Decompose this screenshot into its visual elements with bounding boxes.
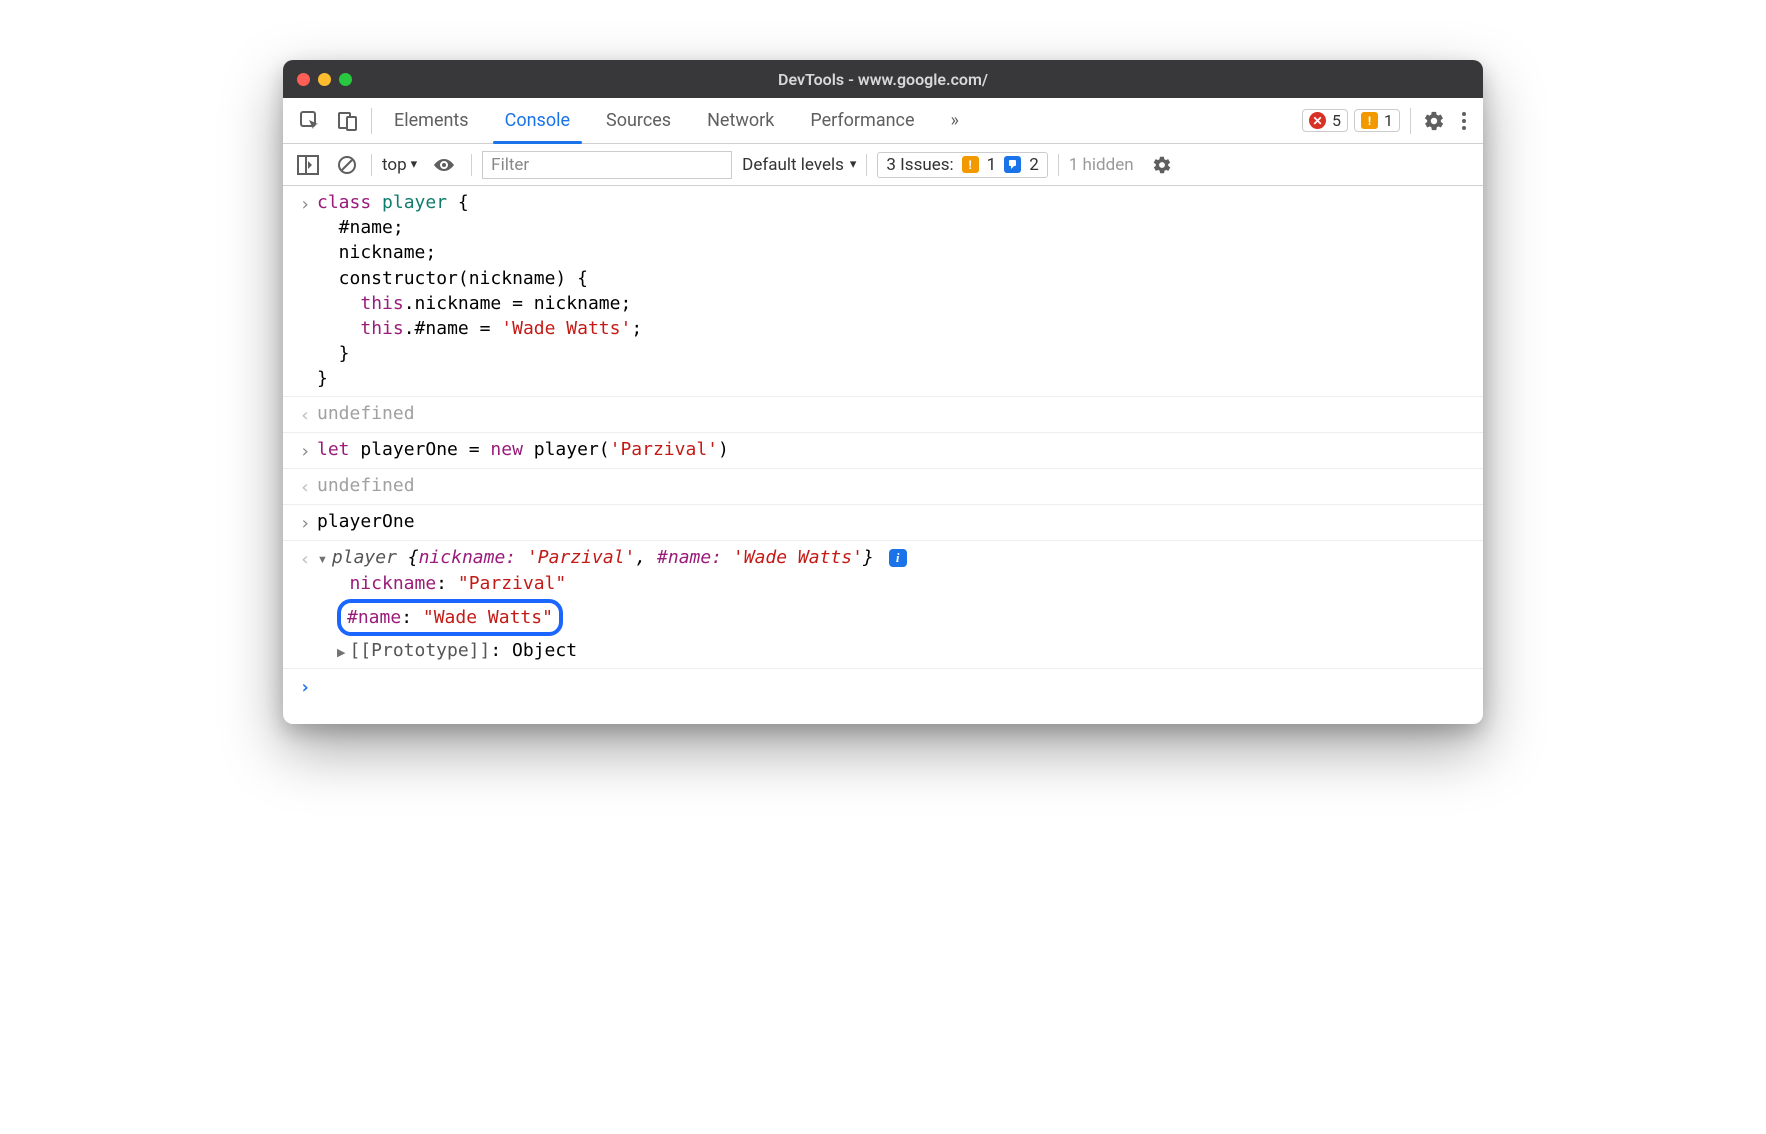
console-input[interactable] [317,673,1473,700]
more-options-icon[interactable] [1453,110,1475,132]
expand-toggle-icon[interactable] [337,638,345,663]
titlebar: DevTools - www.google.com/ [283,60,1483,98]
highlight-callout: #name: "Wade Watts" [337,599,563,636]
code-line: let playerOne = new player('Parzival') [317,437,1473,464]
issues-warn-count: 1 [987,155,997,175]
console-input-row[interactable]: › let playerOne = new player('Parzival') [283,433,1483,469]
sidebar-toggle-icon[interactable] [293,155,323,175]
warnings-badge[interactable]: ! 1 [1354,109,1400,132]
object-preview[interactable]: player {nickname: 'Parzival', #name: 'Wa… [317,545,1473,664]
input-marker-icon: › [293,437,317,464]
close-window-button[interactable] [297,73,310,86]
object-private-property[interactable]: #name: "Wade Watts" [337,598,1473,637]
window-title: DevTools - www.google.com/ [283,70,1483,89]
info-icon[interactable]: i [889,549,907,567]
console-toolbar: top ▾ Filter Default levels ▾ 3 Issues: … [283,144,1483,186]
devtools-window: DevTools - www.google.com/ Elements Cons… [283,60,1483,724]
main-tabbar: Elements Console Sources Network Perform… [283,98,1483,144]
fullscreen-window-button[interactable] [339,73,352,86]
console-input-row[interactable]: › playerOne [283,505,1483,541]
context-value: top [382,155,407,175]
console-prompt-row[interactable]: › [283,668,1483,704]
clear-console-icon[interactable] [333,155,361,175]
console-output-row: ‹ undefined [283,397,1483,433]
tab-elements[interactable]: Elements [376,98,487,143]
tab-sources[interactable]: Sources [588,98,689,143]
hidden-count: 1 hidden [1069,155,1134,175]
inspect-element-icon[interactable] [291,98,329,143]
live-expression-icon[interactable] [427,156,461,174]
console-output-row: ‹ player {nickname: 'Parzival', #name: '… [283,541,1483,668]
caret-down-icon: ▾ [411,157,418,172]
warnings-count: 1 [1384,111,1393,130]
context-selector[interactable]: top ▾ [382,155,417,175]
error-icon: ✕ [1309,112,1326,129]
output-marker-icon: ‹ [293,473,317,500]
object-prototype[interactable]: [[Prototype]]: Object [337,637,1473,664]
console-output: › class player { #name; nickname; constr… [283,186,1483,724]
log-levels-selector[interactable]: Default levels ▾ [742,155,856,175]
output-marker-icon: ‹ [293,545,317,664]
issues-info-count: 2 [1029,155,1039,175]
object-expanded: nickname: "Parzival" #name: "Wade Watts"… [317,570,1473,664]
code-block: class player { #name; nickname; construc… [317,190,1473,392]
tabs-overflow-button[interactable]: » [933,98,977,143]
filter-placeholder: Filter [491,155,529,175]
input-marker-icon: › [293,509,317,536]
console-output-row: ‹ undefined [283,469,1483,505]
levels-label: Default levels [742,155,844,175]
warning-icon: ! [1361,112,1378,129]
tab-performance[interactable]: Performance [792,98,932,143]
undefined-value: undefined [317,475,415,496]
tab-network[interactable]: Network [689,98,792,143]
prompt-marker-icon: › [293,673,317,700]
expand-toggle-icon[interactable] [317,545,328,570]
minimize-window-button[interactable] [318,73,331,86]
errors-badge[interactable]: ✕ 5 [1302,109,1348,132]
caret-down-icon: ▾ [850,157,857,172]
object-property[interactable]: nickname: "Parzival" [337,570,1473,597]
tab-console[interactable]: Console [487,98,588,143]
device-toolbar-icon[interactable] [329,98,367,143]
code-line: playerOne [317,509,1473,536]
errors-count: 5 [1332,111,1341,130]
console-settings-gear-icon[interactable] [1144,155,1180,175]
undefined-value: undefined [317,403,415,424]
output-marker-icon: ‹ [293,401,317,428]
filter-input[interactable]: Filter [482,151,732,179]
warning-icon: ! [962,156,979,173]
input-marker-icon: › [293,190,317,392]
console-input-row[interactable]: › class player { #name; nickname; constr… [283,186,1483,397]
info-icon [1004,156,1021,173]
issues-label: 3 Issues: [886,155,953,175]
settings-gear-icon[interactable] [1415,110,1453,132]
traffic-lights [297,73,352,86]
issues-button[interactable]: 3 Issues: ! 1 2 [877,152,1047,178]
